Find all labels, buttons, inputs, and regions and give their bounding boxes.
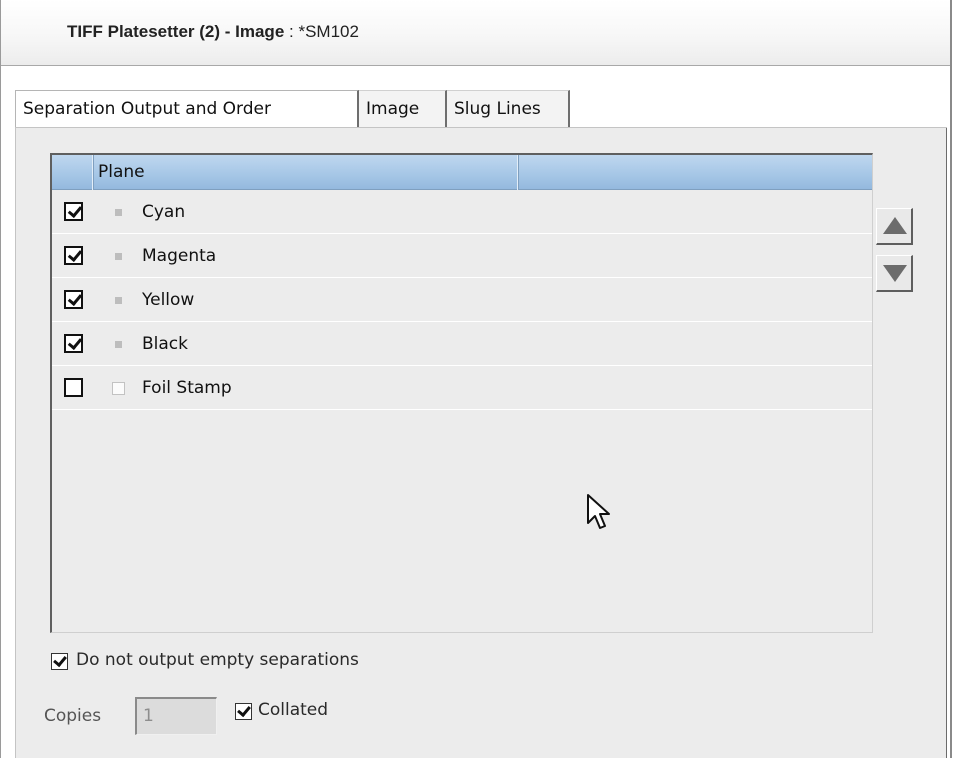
empty-separations-checkbox[interactable]	[51, 652, 68, 670]
window-title: TIFF Platesetter (2) - Image : *SM102	[67, 22, 359, 42]
copies-input[interactable]: 1	[135, 697, 217, 735]
plane-label: Foil Stamp	[142, 378, 232, 398]
plane-row-magenta[interactable]: Magenta	[52, 234, 872, 278]
color-swatch-icon	[115, 209, 122, 216]
title-bar: TIFF Platesetter (2) - Image : *SM102	[1, 0, 950, 66]
plane-list-header: Plane	[52, 155, 872, 190]
plane-row-yellow[interactable]: Yellow	[52, 278, 872, 322]
plane-label: Black	[142, 334, 188, 354]
empty-separations-label: Do not output empty separations	[76, 650, 359, 670]
panel-edge	[946, 128, 947, 758]
color-swatch-icon	[115, 297, 122, 304]
mouse-pointer-icon	[587, 494, 610, 529]
triangle-down-icon	[883, 265, 907, 282]
tab-slug-lines[interactable]: Slug Lines	[447, 90, 570, 127]
plane-checkbox-cyan[interactable]	[64, 202, 83, 221]
color-swatch-icon	[115, 253, 122, 260]
plane-checkbox-yellow[interactable]	[64, 290, 83, 309]
triangle-up-icon	[883, 217, 907, 234]
plane-row-foil-stamp[interactable]: Foil Stamp	[52, 366, 872, 410]
plane-label: Cyan	[142, 202, 186, 222]
color-swatch-icon	[115, 341, 122, 348]
move-up-button[interactable]	[876, 208, 913, 245]
plane-checkbox-black[interactable]	[64, 334, 83, 353]
collated-label: Collated	[258, 700, 329, 720]
plane-checkbox-magenta[interactable]	[64, 246, 83, 265]
tab-panel: Plane Cyan Magenta Yellow Black Foil Sta…	[15, 127, 947, 758]
column-header-plane[interactable]: Plane	[98, 155, 145, 189]
empty-swatch-icon	[112, 382, 125, 395]
header-divider[interactable]	[92, 155, 94, 190]
plane-label: Yellow	[142, 290, 195, 310]
tab-image[interactable]: Image	[359, 90, 447, 127]
plane-label: Magenta	[142, 246, 217, 266]
window-title-main: TIFF Platesetter (2) - Image	[67, 22, 285, 41]
plane-row-cyan[interactable]: Cyan	[52, 190, 872, 234]
collated-checkbox[interactable]	[235, 702, 252, 720]
tab-separation-output-and-order[interactable]: Separation Output and Order	[15, 90, 359, 129]
plane-checkbox-foil-stamp[interactable]	[64, 378, 83, 397]
plane-rows: Cyan Magenta Yellow Black Foil Stamp	[52, 190, 872, 410]
plane-list[interactable]: Plane Cyan Magenta Yellow Black Foil Sta…	[50, 153, 873, 633]
move-down-button[interactable]	[876, 255, 913, 292]
header-divider[interactable]	[517, 155, 519, 190]
plane-row-black[interactable]: Black	[52, 322, 872, 366]
copies-label: Copies	[44, 706, 102, 726]
window-title-suffix: : *SM102	[284, 22, 359, 41]
dialog-window: TIFF Platesetter (2) - Image : *SM102 Se…	[0, 0, 952, 758]
